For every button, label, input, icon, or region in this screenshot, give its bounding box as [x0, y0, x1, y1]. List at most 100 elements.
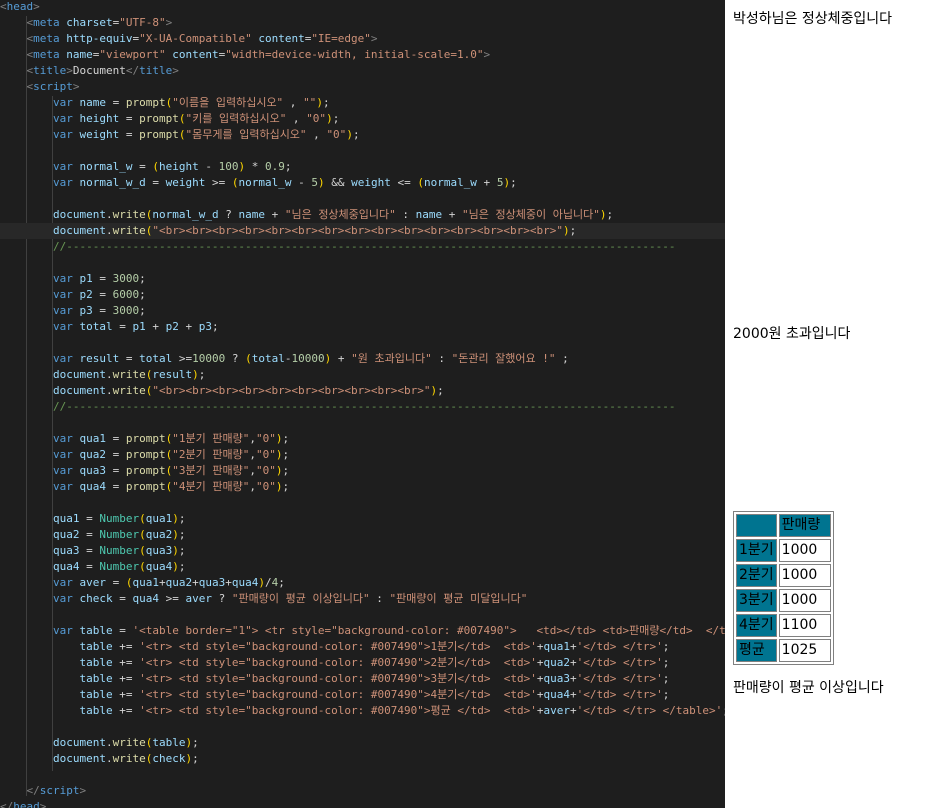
code-token: = — [79, 544, 100, 557]
code-token: ; — [437, 384, 444, 397]
code-token: //--------------------------------------… — [52, 240, 676, 253]
code-token: > — [483, 48, 491, 61]
code-token: - — [291, 176, 312, 189]
code-token: "원 초과입니다" — [351, 352, 432, 365]
code-token: "1분기 판매량" — [172, 432, 250, 445]
code-token: 5 — [311, 176, 318, 189]
code-editor[interactable]: <head> <meta charset="UTF-8"> <meta http… — [0, 0, 725, 808]
code-token: aver — [79, 576, 106, 589]
code-token: aver — [543, 704, 570, 717]
code-token: "키를 입력하십시오" — [185, 112, 287, 125]
code-token: normal_w_d — [152, 208, 219, 221]
code-token: ; — [606, 208, 614, 221]
code-token: ; — [322, 96, 330, 109]
code-token: '</td> </tr>' — [576, 640, 663, 653]
code-token: > — [33, 0, 40, 13]
code-token: . — [105, 752, 113, 765]
code-token: += — [112, 640, 140, 653]
code-token: table — [79, 656, 113, 669]
code-token: ; — [510, 176, 517, 189]
code-token: qua2 — [165, 576, 193, 589]
code-token: p3 — [198, 320, 212, 333]
code-token: , — [306, 128, 327, 141]
code-token: '</td> </tr> </table>' — [576, 704, 723, 717]
code-token: = — [119, 352, 140, 365]
code-token: Number — [99, 560, 140, 573]
sales-value-cell: 1100 — [778, 614, 831, 637]
code-token: var — [52, 448, 73, 461]
code-token: "3분기 판매량" — [172, 464, 250, 477]
code-token: prompt — [139, 112, 179, 125]
code-line: var qua1 = prompt("1분기 판매량","0"); — [0, 431, 289, 447]
code-token: ; — [192, 736, 199, 749]
code-token: ; — [662, 656, 670, 669]
table-header-cell: 판매량 — [778, 514, 831, 537]
code-line: qua4 = Number(qua4); — [0, 559, 186, 575]
code-line: var result = total >=10000 ? (total-1000… — [0, 351, 569, 367]
code-token: = — [105, 448, 126, 461]
code-token: += — [112, 704, 140, 717]
code-token: ) — [172, 560, 179, 573]
code-token: ; — [662, 672, 670, 685]
code-token: var — [52, 480, 73, 493]
code-token: "님은 정상체중입니다" — [284, 208, 396, 221]
code-token: var — [52, 112, 73, 125]
code-token: total — [79, 320, 113, 333]
code-token: qua2 — [543, 656, 570, 669]
code-token: qua4 — [543, 688, 570, 701]
code-token: write — [112, 752, 146, 765]
code-token: , — [249, 432, 256, 445]
code-line: var qua4 = prompt("4분기 판매량","0"); — [0, 479, 289, 495]
code-token: '<tr> <td style="background-color: #0074… — [139, 704, 537, 717]
code-token: name — [238, 208, 265, 221]
code-token: 0.9 — [264, 160, 285, 173]
code-token: + — [192, 576, 199, 589]
code-token: qua4 — [145, 560, 173, 573]
code-token: qua1 — [52, 512, 80, 525]
code-token: : — [431, 352, 452, 365]
code-token: normal_w — [79, 160, 133, 173]
code-token: ( — [139, 528, 146, 541]
code-line: table += '<tr> <td style="background-col… — [0, 687, 669, 703]
code-token: </ — [125, 64, 140, 77]
code-token: var — [52, 320, 73, 333]
code-token: "viewport" — [99, 48, 166, 61]
code-token: qua4 — [132, 592, 159, 605]
code-token: = — [105, 464, 126, 477]
code-token: weight — [165, 176, 206, 189]
code-token: ; — [282, 464, 290, 477]
code-line: qua3 = Number(qua3); — [0, 543, 186, 559]
code-line: <title>Document</title> — [0, 63, 179, 79]
code-token: normal_w_d — [79, 176, 146, 189]
code-token: + — [476, 176, 497, 189]
code-token: ; — [555, 352, 569, 365]
code-token: var — [52, 624, 73, 637]
code-token: var — [52, 288, 73, 301]
code-token: ) — [172, 512, 179, 525]
code-token: qua4 — [231, 576, 259, 589]
sales-value-cell: 1000 — [778, 564, 831, 587]
code-token: document — [52, 752, 106, 765]
code-token: ; — [352, 128, 360, 141]
code-token: p1 — [132, 320, 146, 333]
code-token: + — [569, 704, 577, 717]
code-token: ; — [662, 688, 670, 701]
code-token: title — [139, 64, 173, 77]
code-token: meta — [33, 48, 60, 61]
code-token: script — [39, 784, 80, 797]
code-token: + — [442, 208, 463, 221]
code-token: . — [105, 736, 113, 749]
code-token: = — [92, 288, 113, 301]
code-line: var aver = (qua1+qua2+qua3+qua4)/4; — [0, 575, 285, 591]
code-token: check — [152, 752, 186, 765]
code-token: ) — [192, 368, 199, 381]
code-line: var qua3 = prompt("3분기 판매량","0"); — [0, 463, 289, 479]
